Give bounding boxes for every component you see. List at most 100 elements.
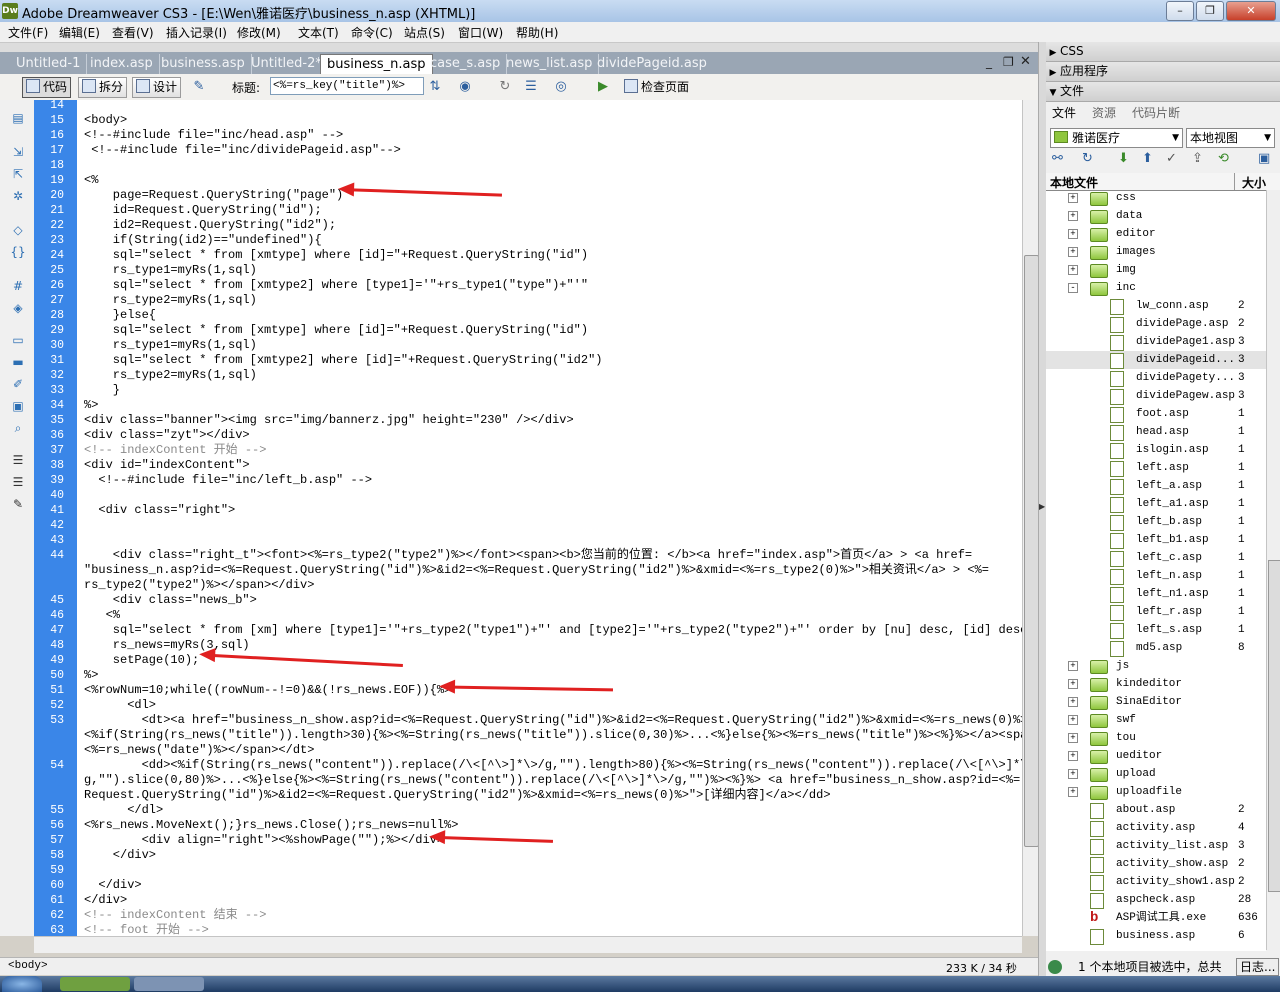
collapse-arrow-icon[interactable]: ▶ (1039, 502, 1045, 511)
tree-file[interactable]: left_a1.asp 1 (1046, 495, 1266, 513)
close-button[interactable]: ✕ (1226, 1, 1276, 21)
code-line[interactable]: id2=Request.QueryString("id2"); (84, 218, 336, 233)
code-line[interactable]: <dl> (84, 698, 156, 713)
code-line[interactable]: sql="select * from [xmtype] where [id]="… (84, 323, 588, 338)
menu-help[interactable]: 帮助(H) (516, 24, 558, 41)
code-line[interactable]: <!--#include file="inc/head.asp" --> (84, 128, 343, 143)
css-panel-header[interactable]: ▶ CSS (1046, 42, 1280, 62)
wrap-tag-icon[interactable]: ✐ (9, 376, 27, 392)
doc-restore-icon[interactable]: ❐ (1003, 55, 1014, 69)
code-line[interactable]: page=Request.QueryString("page") (84, 188, 343, 203)
code-line[interactable]: %> (84, 668, 98, 683)
tree-file[interactable]: dividePageid... 3 (1046, 351, 1266, 369)
view-select[interactable]: 本地视图 ▼ (1186, 128, 1275, 148)
tree-file[interactable]: left_b.asp 1 (1046, 513, 1266, 531)
expand-icon[interactable]: + (1068, 787, 1078, 797)
expand-icon[interactable]: + (1068, 715, 1078, 725)
minimize-button[interactable]: – (1166, 1, 1194, 21)
tree-folder[interactable]: + SinaEditor (1046, 693, 1266, 711)
code-line[interactable]: <div class="banner"><img src="img/banner… (84, 413, 574, 428)
code-line[interactable]: }else{ (84, 308, 156, 323)
editor-horizontal-scrollbar[interactable] (34, 936, 1022, 953)
tree-file[interactable]: about.asp 2 (1046, 801, 1266, 819)
select-parent-tag-icon[interactable]: ◇ (9, 222, 27, 238)
tree-file[interactable]: left_n1.asp 1 (1046, 585, 1266, 603)
log-button[interactable]: 日志... (1236, 958, 1280, 976)
expand-icon[interactable]: + (1068, 193, 1078, 203)
put-files-icon[interactable]: ⬆ (1142, 151, 1153, 166)
validate-icon[interactable]: ▶ (594, 78, 612, 96)
code-line[interactable]: <body> (84, 113, 127, 128)
code-line[interactable]: </div> (84, 893, 127, 908)
tree-file[interactable]: dividePage.asp 2 (1046, 315, 1266, 333)
expand-icon[interactable]: + (1068, 265, 1078, 275)
tab-index[interactable]: index.asp (84, 54, 160, 74)
file-tree[interactable]: + css + data + editor + images + img - inc lw_conn.a… (1046, 190, 1266, 951)
expand-panel-icon[interactable]: ▣ (1258, 151, 1270, 166)
menu-modify[interactable]: 修改(M) (237, 24, 281, 41)
live-data-icon[interactable]: ✎ (190, 78, 208, 96)
highlight-invalid-icon[interactable]: ◈ (9, 300, 27, 316)
expand-icon[interactable]: + (1068, 229, 1078, 239)
code-line[interactable]: rs_type1=myRs(1,sql) (84, 263, 257, 278)
expand-icon[interactable]: + (1068, 751, 1078, 761)
code-line[interactable]: <!--#include file="inc/left_b.asp" --> (84, 473, 372, 488)
collapse-selection-icon[interactable]: ⇱ (9, 166, 27, 182)
move-css-icon[interactable]: ⌕ (9, 420, 27, 436)
view-options-icon[interactable]: ☰ (522, 78, 540, 96)
tree-folder[interactable]: + js (1046, 657, 1266, 675)
tree-file[interactable]: left.asp 1 (1046, 459, 1266, 477)
tab-dividepageid[interactable]: dividePageid.asp (591, 54, 713, 74)
tree-folder[interactable]: + data (1046, 207, 1266, 225)
expand-icon[interactable]: + (1068, 211, 1078, 221)
code-line[interactable]: <dd><%if(String(rs_news("content")).repl… (84, 758, 1022, 773)
open-documents-icon[interactable]: ▤ (9, 110, 27, 126)
synchronize-icon[interactable]: ⟲ (1218, 151, 1229, 166)
tab-business-n[interactable]: business_n.asp (320, 54, 433, 75)
code-line[interactable]: <div align="right"><%showPage("");%></di… (84, 833, 444, 848)
refresh-icon[interactable]: ↻ (1082, 151, 1093, 166)
design-view-button[interactable]: 设计 (132, 77, 182, 98)
code-line[interactable]: Request.QueryString("id")%>&id2=<%=Reque… (84, 788, 831, 803)
tab-assets[interactable]: 资源 (1092, 104, 1116, 121)
code-line[interactable]: <!-- foot 开始 --> (84, 923, 209, 936)
menu-edit[interactable]: 编辑(E) (59, 24, 100, 41)
get-files-icon[interactable]: ⬇ (1118, 151, 1129, 166)
menu-window[interactable]: 窗口(W) (458, 24, 503, 41)
menu-commands[interactable]: 命令(C) (351, 24, 393, 41)
code-line[interactable]: <%rs_news.MoveNext();}rs_news.Close();rs… (84, 818, 458, 833)
tab-case-s[interactable]: case_s.asp (424, 54, 508, 74)
code-line[interactable]: <!--#include file="inc/dividePageid.asp"… (84, 143, 401, 158)
expand-all-icon[interactable]: ✲ (9, 188, 27, 204)
code-line[interactable]: <div id="indexContent"> (84, 458, 250, 473)
code-line[interactable]: <%if(String(rs_news("title")).length>30)… (84, 728, 1022, 743)
tree-file[interactable]: left_c.asp 1 (1046, 549, 1266, 567)
tree-file[interactable]: left_r.asp 1 (1046, 603, 1266, 621)
code-line[interactable]: "business_n.asp?id=<%=Request.QueryStrin… (84, 563, 989, 578)
format-source-icon[interactable]: ✎ (9, 496, 27, 512)
tree-file[interactable]: left_s.asp 1 (1046, 621, 1266, 639)
code-line[interactable]: rs_news=myRs(3,sql) (84, 638, 250, 653)
tree-file[interactable]: activity.asp 4 (1046, 819, 1266, 837)
tab-untitled-2[interactable]: Untitled-2* (245, 54, 329, 74)
tree-file[interactable]: dividePage1.asp 3 (1046, 333, 1266, 351)
code-view-button[interactable]: 代码 (22, 77, 72, 98)
code-line[interactable]: rs_type2=myRs(1,sql) (84, 293, 257, 308)
tree-scrollbar[interactable] (1266, 190, 1280, 950)
doc-minimize-icon[interactable]: _ (986, 55, 992, 69)
code-line[interactable]: if(String(id2)=="undefined"){ (84, 233, 322, 248)
application-panel-header[interactable]: ▶ 应用程序 (1046, 62, 1280, 82)
tab-files[interactable]: 文件 (1052, 104, 1076, 121)
menu-view[interactable]: 查看(V) (112, 24, 154, 41)
expand-icon[interactable]: + (1068, 679, 1078, 689)
tree-file[interactable]: head.asp 1 (1046, 423, 1266, 441)
editor-vertical-scrollbar[interactable] (1022, 100, 1039, 936)
code-line[interactable]: <% (84, 608, 120, 623)
tree-file[interactable]: activity_show.asp 2 (1046, 855, 1266, 873)
scroll-thumb[interactable] (1024, 255, 1039, 847)
refresh-icon[interactable]: ↻ (496, 78, 514, 96)
tag-selector[interactable]: <body> (8, 960, 48, 972)
tree-folder[interactable]: + upload (1046, 765, 1266, 783)
doc-close-icon[interactable]: ✕ (1020, 54, 1031, 69)
code-line[interactable]: <!-- indexContent 开始 --> (84, 443, 266, 458)
